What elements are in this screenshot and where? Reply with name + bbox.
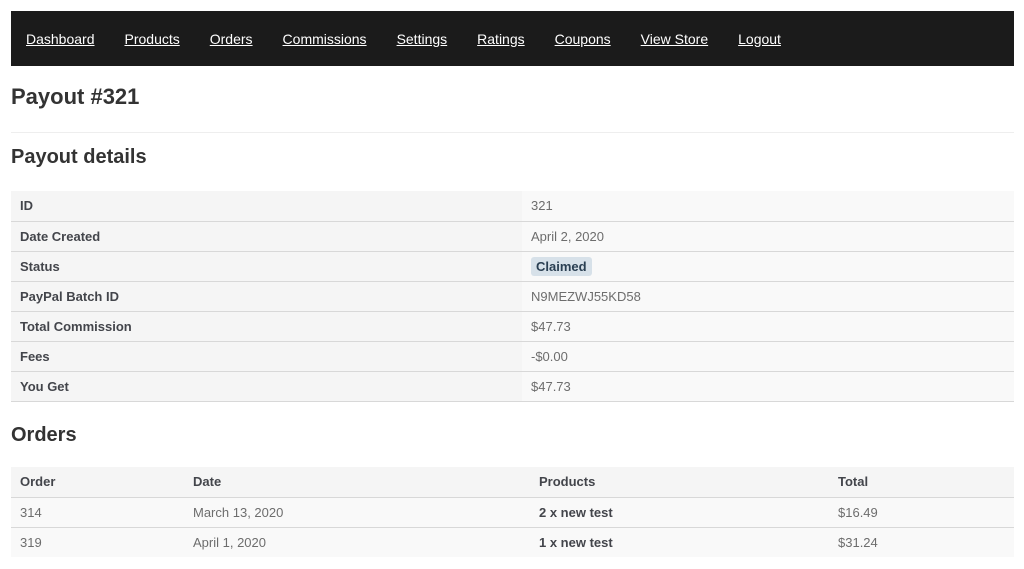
nav-view-store-link[interactable]: View Store: [641, 31, 708, 47]
details-value-status: Claimed: [522, 250, 1014, 281]
status-badge: Claimed: [531, 256, 592, 276]
orders-column-date: Date: [184, 467, 530, 498]
details-row-fees: Fees -$0.00: [11, 340, 1014, 371]
order-products: 2 x new test: [530, 497, 829, 527]
order-number: 319: [11, 526, 184, 557]
details-label-date-created: Date Created: [11, 220, 522, 251]
order-products: 1 x new test: [530, 526, 829, 557]
orders-column-products: Products: [530, 467, 829, 498]
details-value-date-created: April 2, 2020: [522, 220, 1014, 251]
nav-orders-link[interactable]: Orders: [210, 31, 253, 47]
table-row: 319 April 1, 2020 1 x new test $31.24: [11, 526, 1014, 557]
page-title: Payout #321: [11, 84, 140, 109]
details-value-id: 321: [522, 191, 1014, 221]
nav-settings-link[interactable]: Settings: [397, 31, 448, 47]
details-row-id: ID 321: [11, 191, 1014, 221]
order-date: March 13, 2020: [184, 497, 530, 527]
page: Dashboard Products Orders Commissions Se…: [0, 0, 1024, 569]
details-label-total-commission: Total Commission: [11, 310, 522, 341]
nav-commissions-link[interactable]: Commissions: [283, 31, 367, 47]
top-navigation: Dashboard Products Orders Commissions Se…: [11, 11, 1014, 66]
orders-column-order: Order: [11, 467, 184, 498]
details-row-you-get: You Get $47.73: [11, 370, 1014, 402]
nav-products-link[interactable]: Products: [125, 31, 180, 47]
nav-logout-link[interactable]: Logout: [738, 31, 781, 47]
orders-heading: Orders: [11, 424, 77, 446]
details-value-you-get: $47.73: [522, 370, 1014, 402]
details-label-you-get: You Get: [11, 370, 522, 402]
orders-table: Order Date Products Total 314 March 13, …: [11, 467, 1014, 557]
nav-coupons-link[interactable]: Coupons: [555, 31, 611, 47]
table-row: 314 March 13, 2020 2 x new test $16.49: [11, 497, 1014, 527]
payout-details-table: ID 321 Date Created April 2, 2020 Status…: [11, 191, 1014, 402]
details-row-total-commission: Total Commission $47.73: [11, 310, 1014, 341]
order-total: $16.49: [829, 497, 1014, 527]
orders-column-total: Total: [829, 467, 1014, 498]
order-total: $31.24: [829, 526, 1014, 557]
payout-details-heading: Payout details: [11, 146, 147, 168]
details-value-total-commission: $47.73: [522, 310, 1014, 341]
orders-header-row: Order Date Products Total: [11, 467, 1014, 498]
details-value-fees: -$0.00: [522, 340, 1014, 371]
order-number: 314: [11, 497, 184, 527]
details-row-status: Status Claimed: [11, 250, 1014, 281]
details-label-fees: Fees: [11, 340, 522, 371]
nav-dashboard-link[interactable]: Dashboard: [26, 31, 95, 47]
order-date: April 1, 2020: [184, 526, 530, 557]
title-divider: [11, 132, 1014, 133]
nav-ratings-link[interactable]: Ratings: [477, 31, 524, 47]
details-label-id: ID: [11, 191, 522, 221]
details-label-status: Status: [11, 250, 522, 281]
details-row-date-created: Date Created April 2, 2020: [11, 220, 1014, 251]
details-label-paypal-batch-id: PayPal Batch ID: [11, 280, 522, 311]
details-value-paypal-batch-id: N9MEZWJ55KD58: [522, 280, 1014, 311]
details-row-paypal-batch-id: PayPal Batch ID N9MEZWJ55KD58: [11, 280, 1014, 311]
